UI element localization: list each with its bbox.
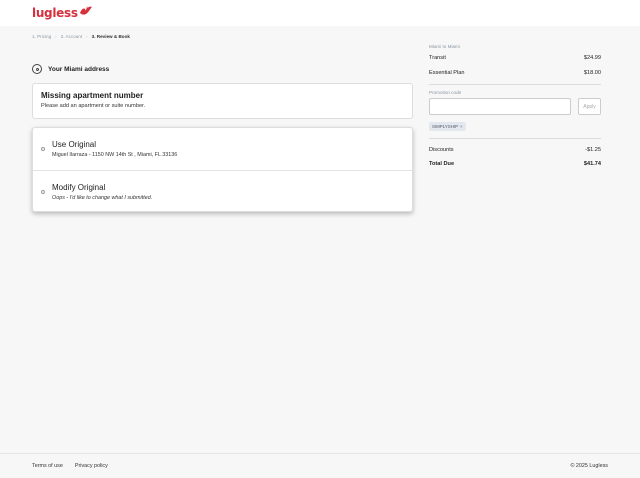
breadcrumb-review-book: 3. Review & Book [91, 34, 130, 39]
transit-label: Transit [429, 55, 446, 61]
option-detail: Miguel Ilarraza - 1150 NW 14th St , Miam… [52, 152, 178, 158]
apply-button[interactable]: Apply [578, 98, 601, 115]
remove-code-icon[interactable]: × [460, 124, 463, 129]
brand-name: lugless [32, 6, 78, 20]
route-label: Miami to Miami [429, 44, 460, 49]
location-pin-icon [32, 64, 42, 74]
bird-logo-icon [79, 6, 92, 15]
promo-code-input[interactable] [429, 98, 571, 115]
option-modify-original[interactable]: Modify Original Oops - I'd like to chang… [33, 170, 412, 212]
breadcrumb-pricing[interactable]: 1. Pricing [32, 34, 51, 39]
breadcrumb-account[interactable]: 2. Account [61, 34, 82, 39]
promo-row: Apply [429, 98, 601, 115]
transit-value: $24.99 [583, 55, 601, 61]
option-detail: Oops - I'd like to change what I submitt… [52, 195, 153, 201]
privacy-link[interactable]: Privacy policy [75, 463, 108, 469]
footer: Terms of use Privacy policy © 2025 Lugle… [0, 453, 640, 478]
discounts-value: -$1.25 [585, 147, 601, 153]
address-section-title: Your Miami address [48, 65, 110, 73]
plan-value: $18.00 [583, 70, 601, 76]
top-bar: lugless [0, 0, 640, 26]
address-section-header: Your Miami address [32, 64, 109, 74]
plan-label: Essential Plan [429, 70, 465, 76]
breadcrumb: 1. Pricing › 2. Account › 3. Review & Bo… [32, 34, 130, 39]
discounts-row: Discounts -$1.25 [429, 147, 601, 153]
missing-apartment-alert: Missing apartment number Please add an a… [32, 83, 413, 119]
radio-modify-original[interactable] [41, 190, 45, 194]
radio-use-original[interactable] [41, 147, 45, 151]
option-use-original[interactable]: Use Original Miguel Ilarraza - 1150 NW 1… [33, 128, 412, 170]
applied-code: SIMPLYSHIP [432, 124, 459, 129]
divider [429, 138, 601, 139]
option-label: Modify Original [52, 183, 106, 192]
plan-row: Essential Plan $18.00 [429, 70, 601, 76]
copyright: © 2025 Lugless [570, 463, 608, 469]
alert-message: Please add an apartment or suite number. [41, 103, 146, 109]
brand-logo[interactable]: lugless [32, 4, 93, 22]
transit-row: Transit $24.99 [429, 55, 601, 61]
footer-links: Terms of use Privacy policy [32, 463, 108, 469]
divider [429, 84, 601, 85]
breadcrumb-separator: › [86, 34, 88, 39]
total-row: Total Due $41.74 [429, 161, 601, 167]
order-summary: Miami to Miami Transit $24.99 Essential … [429, 44, 601, 167]
applied-promo-chip[interactable]: SIMPLYSHIP × [429, 122, 466, 131]
alert-title: Missing apartment number [41, 91, 144, 100]
promo-label: Promotion code [429, 90, 462, 95]
total-label: Total Due [429, 161, 455, 167]
discounts-label: Discounts [429, 147, 454, 153]
option-label: Use Original [52, 140, 97, 149]
breadcrumb-separator: › [55, 34, 57, 39]
total-value: $41.74 [583, 161, 601, 167]
terms-link[interactable]: Terms of use [32, 463, 63, 469]
address-options: Use Original Miguel Ilarraza - 1150 NW 1… [32, 127, 413, 212]
